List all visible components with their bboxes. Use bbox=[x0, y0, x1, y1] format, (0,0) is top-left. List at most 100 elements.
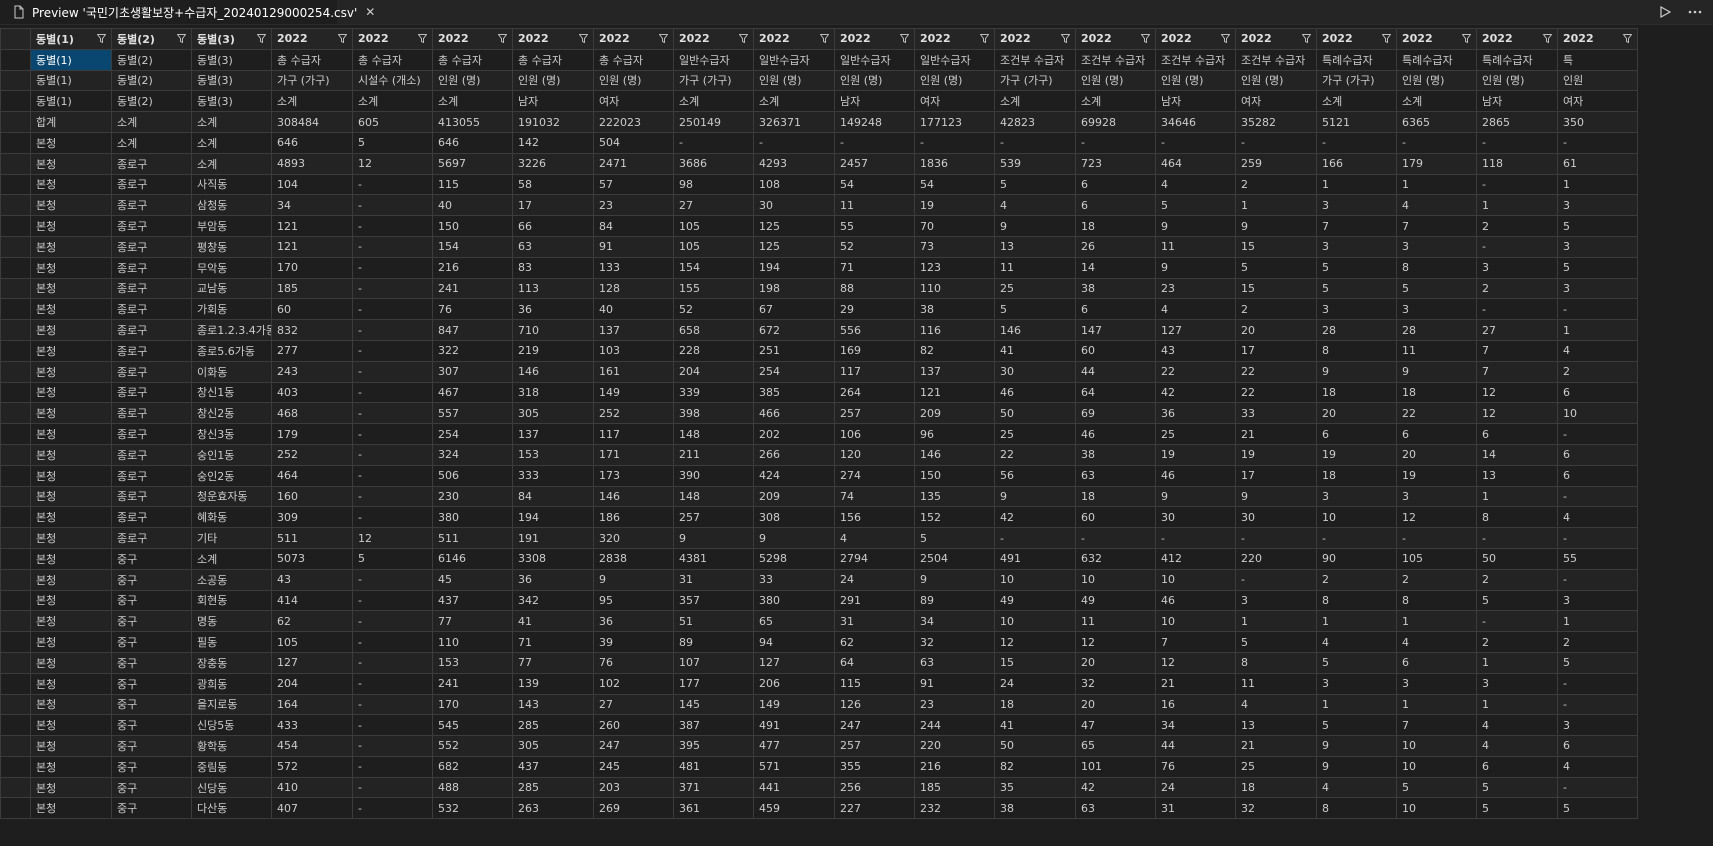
table-cell[interactable]: 34 bbox=[1155, 714, 1236, 737]
table-cell[interactable]: 4 bbox=[1396, 631, 1477, 653]
table-cell[interactable]: - bbox=[1396, 527, 1477, 549]
table-cell[interactable]: 228 bbox=[673, 339, 754, 362]
table-cell[interactable]: 10 bbox=[1396, 797, 1477, 820]
table-cell[interactable]: 3 bbox=[1476, 256, 1558, 279]
table-cell[interactable]: - bbox=[1075, 527, 1156, 549]
table-cell[interactable]: 557 bbox=[432, 402, 513, 425]
table-cell[interactable]: 19 bbox=[1396, 464, 1477, 487]
table-cell[interactable]: 605 bbox=[352, 111, 433, 133]
table-cell[interactable]: 322 bbox=[432, 339, 513, 362]
table-cell[interactable]: 23 bbox=[593, 194, 674, 217]
table-cell[interactable]: 468 bbox=[271, 402, 353, 425]
table-cell[interactable]: 285 bbox=[512, 776, 594, 799]
table-cell[interactable]: - bbox=[352, 714, 433, 737]
table-cell[interactable]: 2 bbox=[1476, 568, 1558, 591]
table-cell[interactable]: 3226 bbox=[512, 152, 594, 175]
table-cell[interactable]: 28 bbox=[1316, 319, 1397, 341]
table-cell[interactable]: 69 bbox=[1075, 402, 1156, 425]
table-cell[interactable]: 8 bbox=[1316, 339, 1397, 362]
table-cell[interactable]: 154 bbox=[673, 256, 754, 279]
table-cell[interactable]: 18 bbox=[1316, 464, 1397, 487]
table-cell[interactable]: 194 bbox=[753, 256, 835, 279]
table-cell[interactable]: 320 bbox=[593, 527, 674, 549]
table-cell[interactable]: 종로구 bbox=[111, 527, 192, 549]
table-cell[interactable]: 13 bbox=[1235, 714, 1317, 737]
table-cell[interactable]: 32 bbox=[1235, 797, 1317, 820]
table-cell[interactable]: 18 bbox=[1075, 485, 1156, 508]
table-cell[interactable]: 7 bbox=[1316, 215, 1397, 237]
table-cell[interactable]: 본청 bbox=[30, 672, 112, 695]
table-cell[interactable]: - bbox=[1235, 568, 1317, 591]
table-cell[interactable]: 98 bbox=[673, 173, 754, 196]
table-cell[interactable]: 5 bbox=[1557, 215, 1638, 237]
table-cell[interactable]: - bbox=[352, 568, 433, 591]
table-cell[interactable]: 소계 bbox=[994, 90, 1076, 113]
table-cell[interactable]: 257 bbox=[834, 735, 915, 757]
table-cell[interactable]: - bbox=[352, 797, 433, 820]
table-cell[interactable]: 종로구 bbox=[111, 173, 192, 196]
table-cell[interactable]: 총 수급자 bbox=[352, 48, 433, 71]
column-header[interactable]: 2022 bbox=[1235, 28, 1317, 50]
table-cell[interactable]: 3 bbox=[1396, 298, 1477, 321]
table-cell[interactable]: 일반수급자 bbox=[834, 48, 915, 71]
column-header[interactable]: 2022 bbox=[1557, 28, 1638, 50]
table-cell[interactable]: 121 bbox=[271, 215, 353, 237]
table-cell[interactable]: 14 bbox=[1075, 256, 1156, 279]
table-cell[interactable]: 일반수급자 bbox=[673, 48, 754, 71]
table-cell[interactable]: 10 bbox=[994, 610, 1076, 633]
table-cell[interactable]: 인원 (명) bbox=[1075, 69, 1156, 92]
table-cell[interactable]: 중구 bbox=[111, 755, 192, 778]
table-cell[interactable]: 4 bbox=[1155, 298, 1236, 321]
table-cell[interactable]: 본청 bbox=[30, 152, 112, 175]
table-cell[interactable]: 사직동 bbox=[191, 173, 272, 196]
table-cell[interactable]: 본청 bbox=[30, 319, 112, 341]
table-cell[interactable]: 중구 bbox=[111, 610, 192, 633]
table-cell[interactable]: - bbox=[352, 589, 433, 612]
table-cell[interactable]: 본청 bbox=[30, 131, 112, 154]
filter-icon[interactable] bbox=[177, 34, 186, 43]
table-cell[interactable]: 54 bbox=[914, 173, 995, 196]
table-cell[interactable]: 407 bbox=[271, 797, 353, 820]
table-cell[interactable]: 90 bbox=[1316, 547, 1397, 570]
table-cell[interactable]: 50 bbox=[994, 402, 1076, 425]
table-cell[interactable]: 19 bbox=[914, 194, 995, 217]
table-cell[interactable]: 227 bbox=[834, 797, 915, 820]
table-cell[interactable]: 18 bbox=[1316, 381, 1397, 404]
table-cell[interactable]: 552 bbox=[432, 735, 513, 757]
table-cell[interactable]: 71 bbox=[834, 256, 915, 279]
table-cell[interactable]: 216 bbox=[914, 755, 995, 778]
filter-icon[interactable] bbox=[739, 34, 748, 43]
table-cell[interactable]: 41 bbox=[994, 714, 1076, 737]
table-cell[interactable]: 164 bbox=[271, 693, 353, 716]
table-cell[interactable]: 조건부 수급자 bbox=[1235, 48, 1317, 71]
table-cell[interactable]: - bbox=[352, 506, 433, 529]
table-cell[interactable]: 동별(3) bbox=[191, 48, 272, 71]
table-cell[interactable]: 76 bbox=[593, 651, 674, 674]
table-cell[interactable]: 38 bbox=[1075, 277, 1156, 300]
table-cell[interactable]: 가구 (가구) bbox=[271, 69, 353, 92]
table-cell[interactable]: 60 bbox=[1075, 339, 1156, 362]
table-cell[interactable]: 중구 bbox=[111, 547, 192, 570]
table-cell[interactable]: 150 bbox=[432, 215, 513, 237]
table-cell[interactable]: 46 bbox=[994, 381, 1076, 404]
table-cell[interactable]: 1 bbox=[1557, 319, 1638, 341]
table-cell[interactable]: 4 bbox=[1476, 714, 1558, 737]
table-cell[interactable]: 466 bbox=[753, 402, 835, 425]
table-cell[interactable]: 19 bbox=[1316, 443, 1397, 466]
table-cell[interactable]: 6 bbox=[1316, 423, 1397, 445]
table-cell[interactable]: 본청 bbox=[30, 360, 112, 383]
table-cell[interactable]: 인원 (명) bbox=[834, 69, 915, 92]
table-cell[interactable]: 125 bbox=[753, 215, 835, 237]
table-cell[interactable]: 104 bbox=[271, 173, 353, 196]
table-cell[interactable]: 창신2동 bbox=[191, 402, 272, 425]
table-cell[interactable]: 소계 bbox=[111, 131, 192, 154]
table-cell[interactable]: 54 bbox=[834, 173, 915, 196]
table-cell[interactable]: 83 bbox=[512, 256, 594, 279]
table-cell[interactable]: - bbox=[352, 215, 433, 237]
table-cell[interactable]: 395 bbox=[673, 735, 754, 757]
table-cell[interactable]: 135 bbox=[914, 485, 995, 508]
table-cell[interactable]: 57 bbox=[593, 173, 674, 196]
table-cell[interactable]: 8 bbox=[1235, 651, 1317, 674]
table-cell[interactable]: 216 bbox=[432, 256, 513, 279]
table-cell[interactable]: 137 bbox=[593, 319, 674, 341]
